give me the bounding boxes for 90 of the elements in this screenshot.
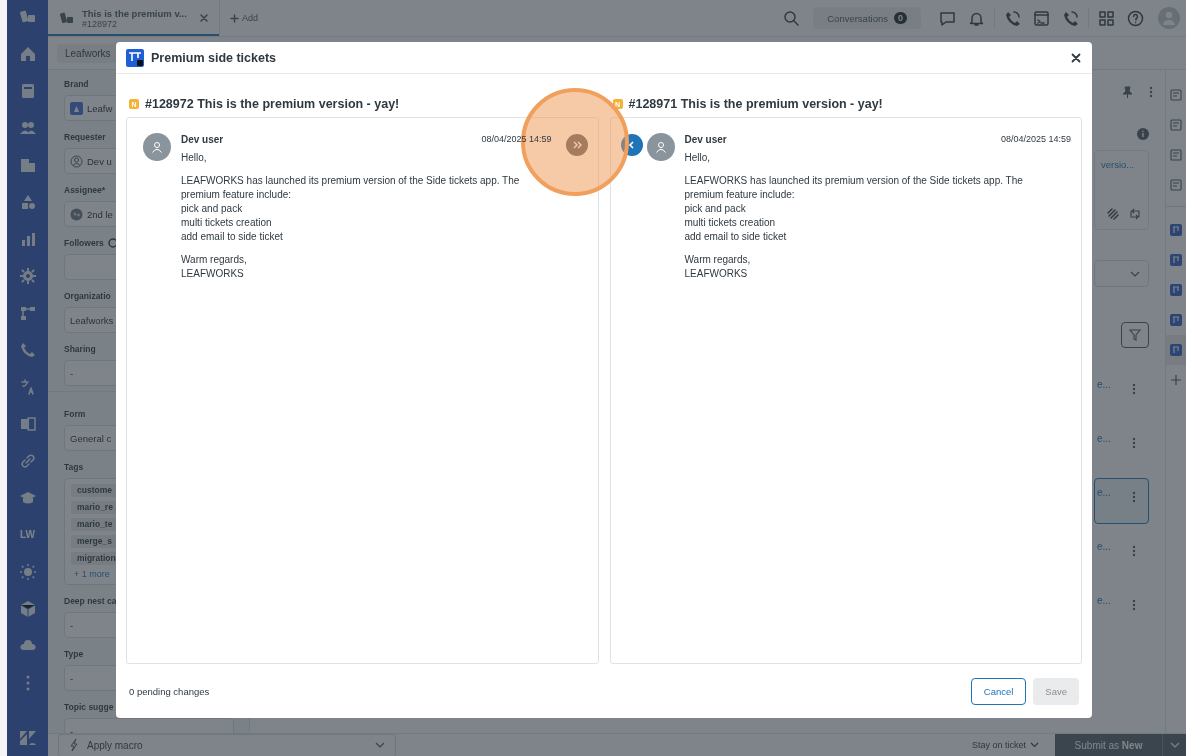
cancel-button[interactable]: Cancel [970,677,1027,705]
field-label: Topic sugge [64,701,114,712]
spreadsheet-icon[interactable] [18,414,37,433]
kebab-icon[interactable] [1132,491,1136,503]
toggle-icon [107,237,118,248]
conversations-button[interactable]: Conversations 0 [813,7,921,29]
ticket-title: #128972 This is the premium version - yay! [145,97,400,111]
phone-icon[interactable] [1062,9,1079,27]
field-label: Sharing [64,343,96,354]
count-badge: 0 [894,12,907,24]
chevron-down-icon [1169,742,1180,748]
field-label: Assignee* [64,184,106,195]
field-label: Form [64,408,86,419]
field-label: Type [64,648,84,659]
ticket-link[interactable]: versio... [1101,159,1142,170]
chevron-down-icon [1030,742,1039,748]
kebab-icon[interactable] [1132,599,1136,611]
submit-menu-button[interactable] [1162,733,1186,756]
message-paragraph: Warm regards, LEAFWORKS [684,253,752,281]
pending-status: 0 pending changes [129,685,210,697]
help-icon[interactable] [1127,9,1144,27]
breadcrumb-button[interactable]: Leafworks [57,43,119,63]
field-label: Organizatio [64,290,111,301]
close-icon[interactable] [1071,52,1081,63]
ticket-number: #128972 [82,18,119,29]
app-icon[interactable] [1169,313,1183,327]
logo-icon [60,11,74,25]
cube-icon[interactable] [18,599,37,618]
info-icon [1137,128,1149,140]
ticket-tab[interactable]: This is the premium v... #128972 [48,0,220,36]
sync-icon[interactable] [1128,207,1142,221]
macro-field[interactable]: Apply macro [58,733,396,756]
kebab-icon[interactable] [1132,545,1136,557]
app-icon[interactable] [1169,223,1183,237]
ticket-title: #128971 This is the premium version - yay! [628,97,883,111]
phone-icon[interactable] [18,340,37,359]
select-field[interactable] [1094,260,1149,287]
chevron-down-icon [375,742,385,748]
brand-logo-icon[interactable] [18,729,37,746]
transfer-button[interactable] [565,134,588,156]
add-button[interactable]: Add [226,11,262,25]
translate-icon[interactable] [18,377,37,396]
app-icon[interactable] [1169,283,1183,297]
filter-icon [1129,329,1141,341]
gear-icon[interactable] [18,266,37,285]
timestamp: 08/04/2025 14:59 [1000,134,1071,144]
message-paragraph: LEAFWORKS has launched its premium version of the Side tickets app. The premium feature include: pick and pack multi tickets creation add email to side ticket [684,174,1024,244]
phone-icon[interactable] [1004,9,1021,27]
message-paragraph: Warm regards, LEAFWORKS [181,253,248,281]
field-label: Requester [64,131,106,142]
kebab-icon[interactable] [1132,437,1136,449]
field-label: Deep nest ca [64,595,117,606]
nav-item[interactable]: LW [20,529,35,540]
author-name: Dev user [181,133,224,145]
kebab-icon[interactable] [1149,86,1153,98]
field-label: Brand [64,78,89,89]
message-paragraph: Hello, [684,151,712,165]
home-icon[interactable] [18,44,37,63]
select-field[interactable]: - [64,718,234,733]
tab-title: This is the premium v... [82,7,188,19]
brand-icon [70,101,83,115]
plus-icon[interactable] [1170,374,1182,386]
lightning-icon [69,738,79,752]
message-paragraph: LEAFWORKS has launched its premium version of the Side tickets app. The premium feature include: pick and pack multi tickets creation add email to side ticket [181,174,521,244]
field-label: Tags [64,461,84,472]
field-label: Followers [64,237,104,248]
dialog-title: Premium side tickets [151,50,277,65]
filter-button[interactable] [1121,322,1149,348]
app-icon [126,48,144,67]
app-icon[interactable] [1169,343,1183,357]
terminal-icon[interactable] [1033,9,1050,27]
app-icon[interactable] [1169,253,1183,267]
sun-icon[interactable] [18,562,37,581]
kebab-icon[interactable] [1132,383,1136,395]
author-name: Dev user [684,133,727,145]
chevron-down-icon [1130,270,1140,277]
list-icon[interactable] [1169,118,1183,132]
ticket-list-item[interactable]: e... [1094,586,1149,632]
plus-icon [230,13,239,23]
search-icon[interactable] [783,10,800,26]
group-avatar-icon [70,207,83,221]
transfer-button[interactable] [620,134,643,156]
stay-dropdown[interactable]: Stay on ticket [965,739,1045,751]
ticket-list-item[interactable]: e... [1094,424,1149,470]
pin-icon[interactable] [1121,86,1133,98]
ticket-list-item[interactable]: e... [1094,532,1149,578]
ticket-list-item[interactable]: e... [1094,370,1149,416]
message-paragraph: Hello, [181,151,208,165]
ticket-list-item[interactable]: e... [1094,478,1149,524]
more-link[interactable]: + 1 more [71,569,110,579]
